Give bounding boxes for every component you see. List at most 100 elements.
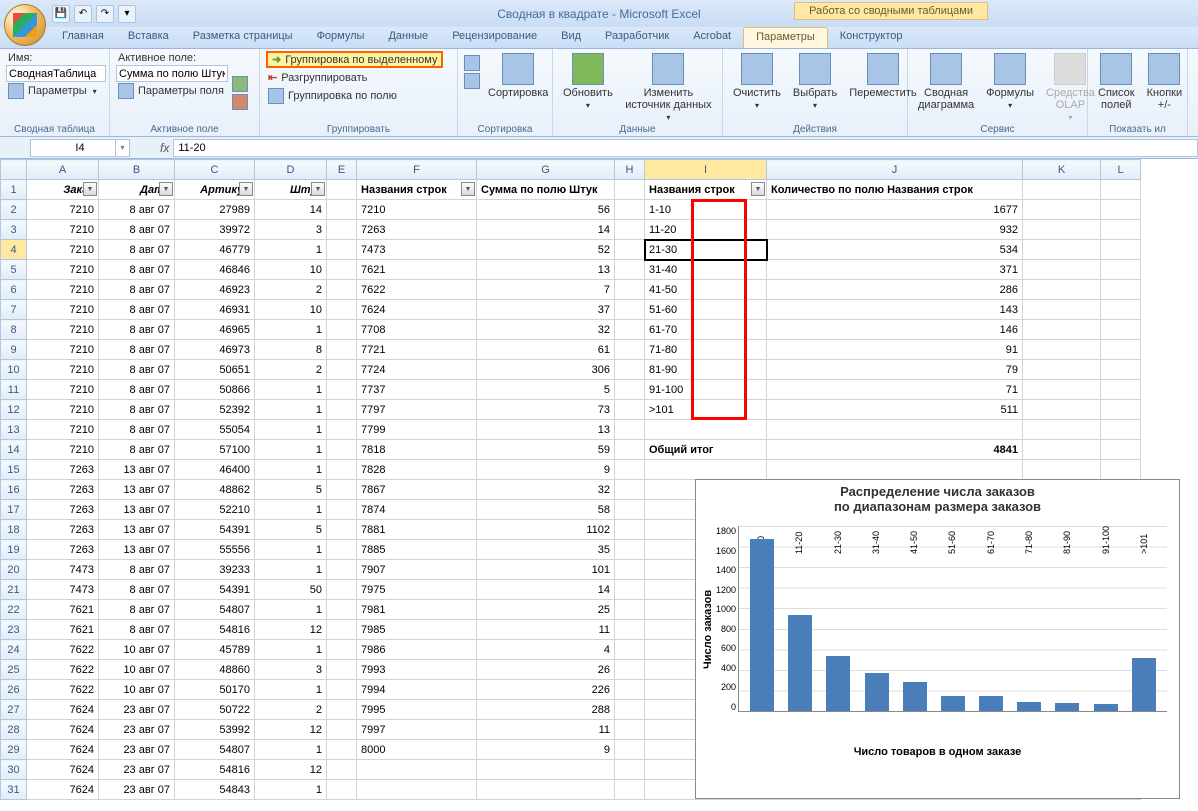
select-all[interactable] (1, 160, 27, 180)
cell-F19[interactable]: 7885 (357, 540, 477, 560)
cell-C15[interactable]: 46400 (175, 460, 255, 480)
cell-B7[interactable]: 8 авг 07 (99, 300, 175, 320)
cell-B6[interactable]: 8 авг 07 (99, 280, 175, 300)
col-header-D[interactable]: D (255, 160, 327, 180)
cell-B20[interactable]: 8 авг 07 (99, 560, 175, 580)
col-header-F[interactable]: F (357, 160, 477, 180)
cell-A14[interactable]: 7210 (27, 440, 99, 460)
cell-G22[interactable]: 25 (477, 600, 615, 620)
cell-D31[interactable]: 1 (255, 780, 327, 800)
tab-page-layout[interactable]: Разметка страницы (181, 27, 305, 48)
cell-D30[interactable]: 12 (255, 760, 327, 780)
cell-J2[interactable]: 1677 (767, 200, 1023, 220)
cell-J6[interactable]: 286 (767, 280, 1023, 300)
row-header-1[interactable]: 1 (1, 180, 27, 200)
cell-D14[interactable]: 1 (255, 440, 327, 460)
cell-C5[interactable]: 46846 (175, 260, 255, 280)
cell-I6[interactable]: 41-50 (645, 280, 767, 300)
cell-A31[interactable]: 7624 (27, 780, 99, 800)
row-header-21[interactable]: 21 (1, 580, 27, 600)
cell-C16[interactable]: 48862 (175, 480, 255, 500)
cell-A10[interactable]: 7210 (27, 360, 99, 380)
cell-A27[interactable]: 7624 (27, 700, 99, 720)
cell-F31[interactable] (357, 780, 477, 800)
cell-I4[interactable]: 21-30 (645, 240, 767, 260)
cell-A6[interactable]: 7210 (27, 280, 99, 300)
col-header-B[interactable]: B (99, 160, 175, 180)
cell-D22[interactable]: 1 (255, 600, 327, 620)
cell-J4[interactable]: 534 (767, 240, 1023, 260)
cell-B11[interactable]: 8 авг 07 (99, 380, 175, 400)
cell-C2[interactable]: 27989 (175, 200, 255, 220)
cell-B17[interactable]: 13 авг 07 (99, 500, 175, 520)
cell-A4[interactable]: 7210 (27, 240, 99, 260)
cell-I8[interactable]: 61-70 (645, 320, 767, 340)
cell-A7[interactable]: 7210 (27, 300, 99, 320)
cell-I11[interactable]: 91-100 (645, 380, 767, 400)
cell-C13[interactable]: 55054 (175, 420, 255, 440)
filter-dropdown-icon[interactable]: ▼ (751, 182, 765, 196)
col-header-L[interactable]: L (1101, 160, 1141, 180)
cell-A23[interactable]: 7621 (27, 620, 99, 640)
pivot-name-input[interactable] (6, 65, 106, 82)
name-box[interactable]: I4▾ (30, 139, 130, 157)
pivot1-val-label[interactable]: Сумма по полю Штук (477, 180, 615, 200)
cell-G5[interactable]: 13 (477, 260, 615, 280)
cell-B22[interactable]: 8 авг 07 (99, 600, 175, 620)
cell-G6[interactable]: 7 (477, 280, 615, 300)
cell-I10[interactable]: 81-90 (645, 360, 767, 380)
embedded-chart[interactable]: Распределение числа заказов по диапазона… (695, 479, 1180, 799)
cell-G18[interactable]: 1102 (477, 520, 615, 540)
cell-B31[interactable]: 23 авг 07 (99, 780, 175, 800)
row-header-15[interactable]: 15 (1, 460, 27, 480)
col-header-A[interactable]: A (27, 160, 99, 180)
ungroup-button[interactable]: ⇤Разгруппировать (266, 70, 443, 85)
cell-A18[interactable]: 7263 (27, 520, 99, 540)
cell-F12[interactable]: 7797 (357, 400, 477, 420)
cell-F25[interactable]: 7993 (357, 660, 477, 680)
cell-B15[interactable]: 13 авг 07 (99, 460, 175, 480)
row-header-27[interactable]: 27 (1, 700, 27, 720)
fx-icon[interactable]: fx (160, 141, 169, 155)
redo-icon[interactable]: ↷ (96, 5, 114, 23)
cell-D21[interactable]: 50 (255, 580, 327, 600)
plus-minus-buttons[interactable]: Кнопки +/- (1143, 51, 1187, 134)
cell-B10[interactable]: 8 авг 07 (99, 360, 175, 380)
cell-G21[interactable]: 14 (477, 580, 615, 600)
cell-F15[interactable]: 7828 (357, 460, 477, 480)
cell-D19[interactable]: 1 (255, 540, 327, 560)
save-icon[interactable]: 💾 (52, 5, 70, 23)
cell-F10[interactable]: 7724 (357, 360, 477, 380)
cell-G29[interactable]: 9 (477, 740, 615, 760)
cell-C17[interactable]: 52210 (175, 500, 255, 520)
clear-button[interactable]: Очистить▾ (729, 51, 785, 134)
cell-D4[interactable]: 1 (255, 240, 327, 260)
cell-D8[interactable]: 1 (255, 320, 327, 340)
cell-C19[interactable]: 55556 (175, 540, 255, 560)
pivot2-total-label[interactable]: Общий итог (645, 440, 767, 460)
cell-C31[interactable]: 54843 (175, 780, 255, 800)
cell-B28[interactable]: 23 авг 07 (99, 720, 175, 740)
sort-asc-icon[interactable] (464, 55, 480, 71)
cell-B30[interactable]: 23 авг 07 (99, 760, 175, 780)
cell-C12[interactable]: 52392 (175, 400, 255, 420)
cell-B13[interactable]: 8 авг 07 (99, 420, 175, 440)
row-header-29[interactable]: 29 (1, 740, 27, 760)
cell-J12[interactable]: 511 (767, 400, 1023, 420)
cell-F6[interactable]: 7622 (357, 280, 477, 300)
col-header-E[interactable]: E (327, 160, 357, 180)
cell-G24[interactable]: 4 (477, 640, 615, 660)
cell-F28[interactable]: 7997 (357, 720, 477, 740)
cell-D13[interactable]: 1 (255, 420, 327, 440)
name-box-dropdown-icon[interactable]: ▾ (115, 140, 129, 156)
pivot-chart-button[interactable]: Сводная диаграмма (914, 51, 978, 134)
cell-C3[interactable]: 39972 (175, 220, 255, 240)
worksheet[interactable]: ABCDEFGHIJKL1Заказ▼Дата▼Артикул▼Штук▼Наз… (0, 159, 1198, 811)
tab-review[interactable]: Рецензирование (440, 27, 549, 48)
row-header-4[interactable]: 4 (1, 240, 27, 260)
cell-A2[interactable]: 7210 (27, 200, 99, 220)
select-button[interactable]: Выбрать▾ (789, 51, 841, 134)
refresh-button[interactable]: Обновить▾ (559, 51, 617, 134)
row-header-13[interactable]: 13 (1, 420, 27, 440)
cell-A16[interactable]: 7263 (27, 480, 99, 500)
